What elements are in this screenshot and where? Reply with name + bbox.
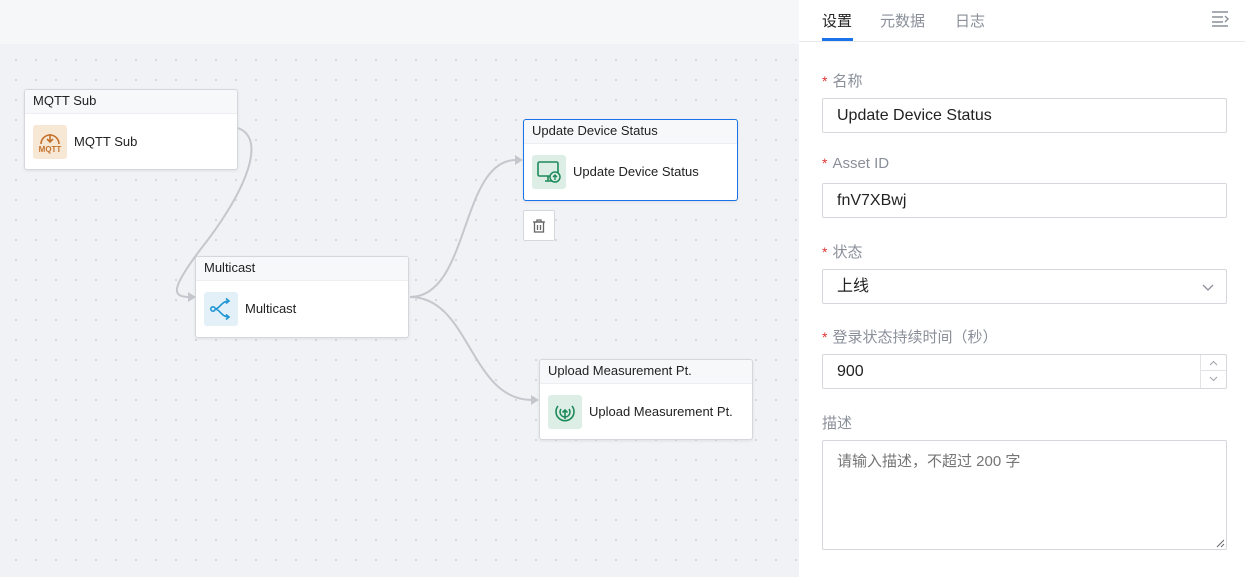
name-input[interactable]: Update Device Status — [822, 98, 1227, 133]
name-label: * 名称 — [822, 73, 863, 90]
increment-button[interactable] — [1201, 355, 1226, 371]
required-mark: * — [822, 329, 828, 345]
node-header: Multicast — [196, 257, 408, 281]
node-update-device-status[interactable]: Update Device Status Update Device Statu… — [523, 119, 738, 201]
duration-label: * 登录状态持续时间（秒） — [822, 329, 998, 346]
required-mark: * — [822, 73, 828, 89]
tab-logs[interactable]: 日志 — [955, 10, 985, 31]
measurement-upload-icon — [548, 394, 582, 429]
required-mark: * — [822, 244, 828, 260]
delete-node-button[interactable] — [523, 210, 555, 241]
asset-id-input[interactable]: fnV7XBwj — [822, 183, 1227, 218]
node-label: Update Device Status — [573, 164, 699, 179]
collapse-menu-icon[interactable] — [1210, 9, 1230, 27]
panel-tabs: 设置 元数据 日志 — [799, 0, 1245, 42]
status-select[interactable]: 上线 — [822, 269, 1227, 304]
required-mark: * — [822, 155, 828, 171]
decrement-button[interactable] — [1201, 371, 1226, 387]
node-header: MQTT Sub — [25, 90, 237, 114]
tab-settings[interactable]: 设置 — [822, 10, 852, 31]
asset-id-label: * Asset ID — [822, 155, 890, 172]
node-label: Multicast — [245, 301, 297, 316]
node-multicast[interactable]: Multicast Multicast — [195, 256, 409, 338]
description-label: 描述 — [822, 415, 853, 432]
chevron-down-icon — [1209, 376, 1218, 382]
node-upload-measurement[interactable]: Upload Measurement Pt. Upload Measuremen… — [539, 359, 753, 440]
node-mqtt-sub[interactable]: MQTT Sub MQTT MQTT Sub — [24, 89, 238, 170]
tab-metadata[interactable]: 元数据 — [880, 10, 925, 31]
status-select-value: 上线 — [837, 278, 870, 295]
multicast-icon — [204, 291, 238, 326]
trash-icon — [533, 218, 545, 233]
description-textarea[interactable] — [822, 440, 1227, 550]
node-label: MQTT Sub — [74, 134, 138, 149]
duration-value: 900 — [837, 363, 864, 380]
svg-text:MQTT: MQTT — [39, 145, 62, 154]
active-tab-indicator — [822, 38, 853, 41]
canvas-toolbar-area — [0, 0, 799, 44]
status-label: * 状态 — [822, 244, 863, 261]
properties-panel: 设置 元数据 日志 * 名称 Update Device Status * Asse… — [799, 0, 1245, 577]
node-label: Upload Measurement Pt. — [589, 404, 733, 419]
duration-number-input[interactable]: 900 — [822, 354, 1227, 389]
mqtt-icon: MQTT — [33, 124, 67, 159]
resize-grip-icon[interactable] — [1215, 538, 1225, 548]
chevron-down-icon — [1202, 284, 1214, 291]
node-header: Update Device Status — [524, 120, 737, 144]
device-status-icon — [532, 154, 566, 189]
number-stepper — [1200, 355, 1226, 388]
chevron-up-icon — [1209, 360, 1218, 365]
node-header: Upload Measurement Pt. — [540, 360, 752, 384]
